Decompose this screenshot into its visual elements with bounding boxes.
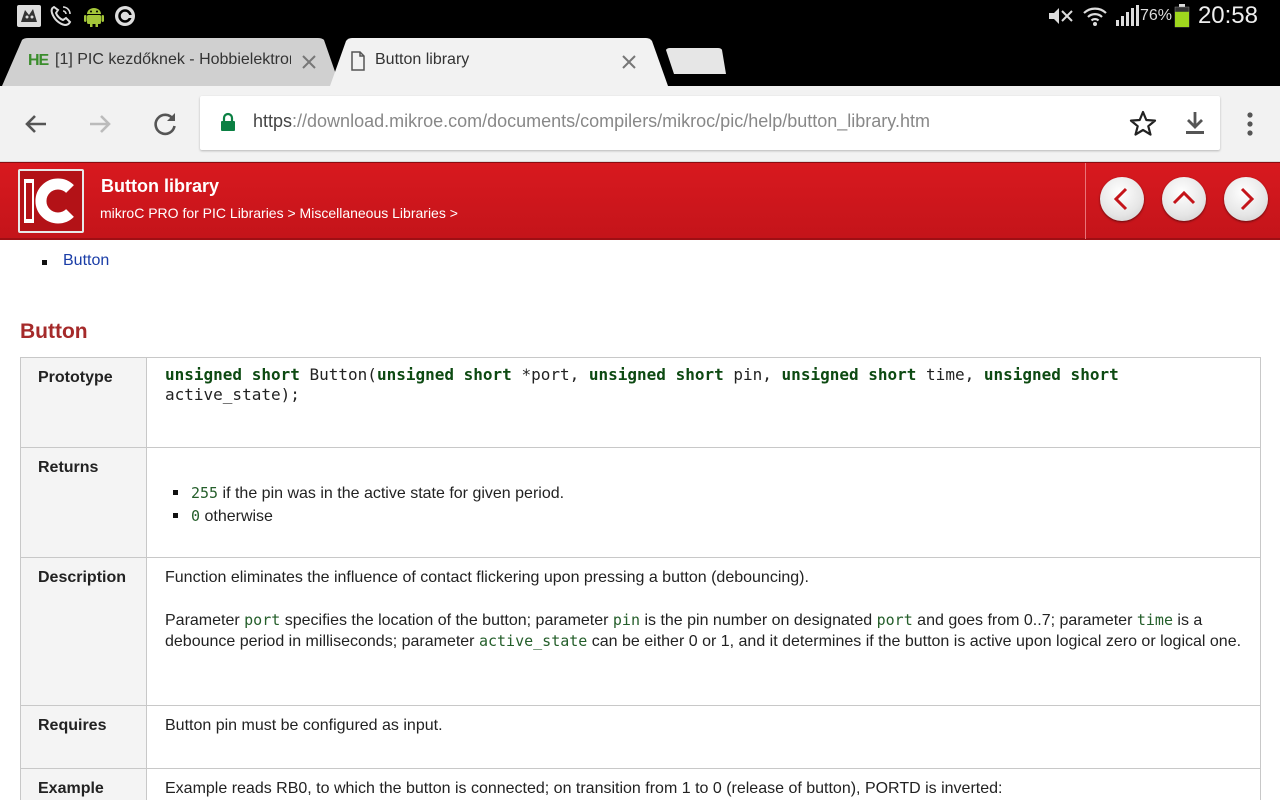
lock-icon — [220, 112, 236, 137]
mute-icon — [1046, 4, 1076, 28]
code-keyword: unsigned short — [165, 365, 300, 384]
text: Parameter — [165, 612, 245, 629]
status-bar: 76% 20:58 — [0, 0, 1280, 32]
list-item: 255 if the pin was in the active state f… — [173, 482, 1243, 505]
text: and goes from 0..7; parameter — [912, 612, 1137, 629]
code-param: pin, — [733, 365, 772, 384]
forward-button[interactable] — [84, 108, 116, 140]
table-row: Requires Button pin must be configured a… — [20, 705, 1261, 769]
code-param: active_state); — [165, 385, 300, 404]
text: is the pin number on designated — [640, 612, 877, 629]
description-paragraph: Function eliminates the influence of con… — [165, 569, 809, 586]
tab-hobbielektronika[interactable]: HE [1] PIC kezdőknek - Hobbielektronika — [0, 38, 340, 86]
returns-list: 255 if the pin was in the active state f… — [165, 482, 1243, 528]
clock: 20:58 — [1197, 2, 1258, 29]
url-path: ://download.mikroe.com/documents/compile… — [292, 111, 930, 131]
address-bar[interactable]: https://download.mikroe.com/documents/co… — [200, 96, 1220, 150]
menu-icon[interactable] — [1234, 108, 1266, 140]
wifi-icon — [1082, 4, 1108, 28]
function-reference-table: Prototype unsigned short Button(unsigned… — [20, 357, 1261, 800]
returns-value: 255 if the pin was in the active state f… — [146, 447, 1261, 558]
url-scheme: https — [253, 111, 293, 131]
mikroc-logo — [18, 169, 84, 233]
code-param: time, — [926, 365, 975, 384]
next-page-button[interactable] — [1224, 177, 1268, 221]
code-keyword: unsigned short — [983, 365, 1119, 384]
close-tab-icon[interactable] — [619, 52, 639, 72]
requires-value: Button pin must be configured as input. — [146, 705, 1261, 769]
header-divider — [1085, 163, 1086, 239]
section-title: Button — [20, 320, 88, 343]
code-keyword: unsigned short — [376, 365, 512, 384]
tab-strip: HE [1] PIC kezdőknek - Hobbielektronika … — [0, 32, 1280, 86]
reload-button[interactable] — [149, 108, 181, 140]
code-literal: pin — [612, 611, 640, 629]
back-button[interactable] — [20, 108, 52, 140]
cat-app-icon — [16, 4, 42, 28]
list-item: 0 otherwise — [173, 505, 1243, 528]
browser-toolbar: https://download.mikroe.com/documents/co… — [0, 86, 1280, 162]
bullet — [42, 260, 47, 265]
row-label: Requires — [20, 705, 147, 769]
code-function: Button( — [309, 365, 377, 384]
battery-icon — [1174, 4, 1190, 28]
example-value: Example reads RB0, to which the button i… — [146, 768, 1261, 800]
table-row: Prototype unsigned short Button(unsigned… — [20, 357, 1261, 448]
code-keyword: unsigned short — [781, 365, 917, 384]
code-literal: time — [1136, 611, 1173, 629]
description-paragraph: Parameter port specifies the location of… — [165, 610, 1243, 652]
code-literal: port — [244, 611, 281, 629]
row-label: Example — [20, 768, 147, 800]
row-label: Prototype — [20, 357, 147, 448]
tab-title: Button library — [375, 51, 470, 68]
text: can be either 0 or 1, and it determines … — [587, 633, 1242, 650]
tab-button-library[interactable]: Button library — [330, 38, 670, 86]
hobbielektronika-favicon: HE — [28, 52, 49, 69]
code-literal: port — [876, 611, 913, 629]
tab-title: [1] PIC kezdőknek - Hobbielektronika — [55, 51, 291, 68]
breadcrumb[interactable]: mikroC PRO for PIC Libraries > Miscellan… — [100, 205, 458, 221]
code-keyword: unsigned short — [588, 365, 724, 384]
table-row: Description Function eliminates the infl… — [20, 557, 1261, 706]
code-literal: 0 — [191, 507, 201, 525]
prototype-code: unsigned short Button(unsigned short *po… — [146, 357, 1261, 448]
signal-icon — [1112, 4, 1140, 28]
download-icon[interactable] — [1183, 110, 1207, 141]
description-value: Function eliminates the influence of con… — [146, 557, 1261, 706]
bookmark-star-icon[interactable] — [1129, 110, 1157, 141]
code-literal: active_state — [478, 632, 588, 650]
text: specifies the location of the button; pa… — [280, 612, 613, 629]
close-tab-icon[interactable] — [299, 52, 319, 72]
list-item-text: otherwise — [200, 508, 273, 525]
previous-page-button[interactable] — [1100, 177, 1144, 221]
help-header: Button library mikroC PRO for PIC Librar… — [0, 162, 1280, 240]
url-text: https://download.mikroe.com/documents/co… — [253, 111, 930, 132]
row-label: Returns — [20, 447, 147, 558]
row-label: Description — [20, 557, 147, 706]
sync-icon — [112, 4, 138, 28]
table-row: Returns 255 if the pin was in the active… — [20, 447, 1261, 558]
phone-icon — [48, 4, 74, 28]
code-literal: 255 — [191, 484, 219, 502]
page-icon — [350, 51, 366, 76]
code-param: *port, — [521, 365, 580, 384]
list-item-text: if the pin was in the active state for g… — [218, 485, 565, 502]
page-title: Button library — [101, 176, 220, 196]
table-row: Example Example reads RB0, to which the … — [20, 768, 1261, 800]
up-page-button[interactable] — [1162, 177, 1206, 221]
battery-percent: 76% — [1140, 7, 1173, 24]
android-icon — [82, 4, 106, 28]
toc-link-button[interactable]: Button — [63, 252, 109, 270]
